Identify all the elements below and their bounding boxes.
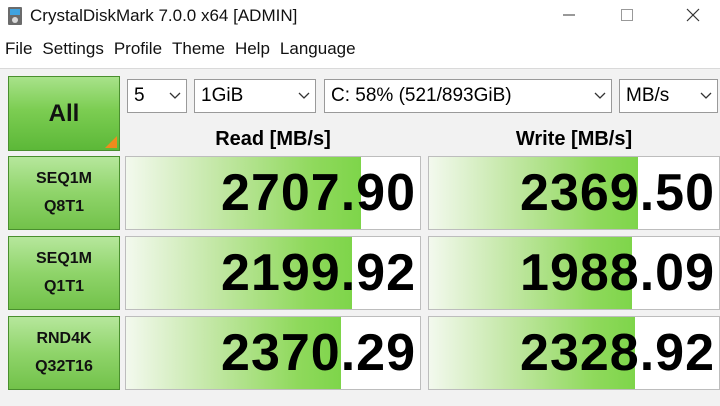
minimize-icon xyxy=(563,14,575,16)
all-button[interactable]: All xyxy=(8,76,120,151)
test-count-select[interactable]: 5 xyxy=(127,79,187,113)
minimize-button[interactable] xyxy=(546,0,592,30)
write-result-cell: 2328.92 xyxy=(428,316,720,390)
row-label-line2: Q1T1 xyxy=(43,278,84,295)
window-title: CrystalDiskMark 7.0.0 x64 [ADMIN] xyxy=(30,6,298,25)
unit-value: MB/s xyxy=(626,85,670,106)
seq1m-q8t1-button[interactable]: SEQ1M Q8T1 xyxy=(8,156,120,230)
write-result-cell: 2369.50 xyxy=(428,156,720,230)
row-label-line1: SEQ1M xyxy=(35,250,92,267)
row-label-line1: SEQ1M xyxy=(35,170,92,187)
read-result-cell: 2199.92 xyxy=(125,236,421,310)
maximize-button[interactable] xyxy=(604,0,650,30)
test-size-select[interactable]: 1GiB xyxy=(194,79,316,113)
read-value: 2707.90 xyxy=(221,164,416,222)
chevron-down-icon xyxy=(293,92,315,100)
title-bar: CrystalDiskMark 7.0.0 x64 [ADMIN] xyxy=(0,0,720,32)
test-size-value: 1GiB xyxy=(201,85,244,106)
drive-select[interactable]: C: 58% (521/893GiB) xyxy=(324,79,612,113)
chevron-down-icon xyxy=(695,92,717,100)
menu-help[interactable]: Help xyxy=(230,37,275,61)
unit-select[interactable]: MB/s xyxy=(619,79,718,113)
chevron-down-icon xyxy=(589,92,611,100)
drive-value: C: 58% (521/893GiB) xyxy=(331,85,512,106)
rnd4k-q32t16-button[interactable]: RND4K Q32T16 xyxy=(8,316,120,390)
read-value: 2370.29 xyxy=(221,324,416,382)
write-value: 2328.92 xyxy=(520,324,715,382)
read-header: Read [MB/s] xyxy=(215,127,331,150)
app-icon[interactable] xyxy=(6,6,24,26)
read-result-cell: 2370.29 xyxy=(125,316,421,390)
test-count-value: 5 xyxy=(134,85,145,106)
row-label-line2: Q8T1 xyxy=(43,198,84,215)
menu-language[interactable]: Language xyxy=(275,37,361,61)
menu-file[interactable]: File xyxy=(0,37,37,61)
row-label-line1: RND4K xyxy=(36,330,92,347)
menu-bar: File Settings Profile Theme Help Languag… xyxy=(0,36,720,62)
write-value: 1988.09 xyxy=(520,244,715,302)
row-label-line2: Q32T16 xyxy=(35,358,93,375)
read-result-cell: 2707.90 xyxy=(125,156,421,230)
close-icon xyxy=(686,8,700,22)
menu-settings[interactable]: Settings xyxy=(37,37,108,61)
write-header: Write [MB/s] xyxy=(515,127,633,150)
menu-profile[interactable]: Profile xyxy=(109,37,167,61)
close-button[interactable] xyxy=(670,0,716,30)
all-button-label: All xyxy=(48,99,80,127)
chevron-down-icon xyxy=(164,92,186,100)
maximize-icon xyxy=(621,9,633,21)
seq1m-q1t1-button[interactable]: SEQ1M Q1T1 xyxy=(8,236,120,310)
write-value: 2369.50 xyxy=(520,164,715,222)
write-result-cell: 1988.09 xyxy=(428,236,720,310)
read-value: 2199.92 xyxy=(221,244,416,302)
corner-marker-icon xyxy=(105,136,117,148)
menu-theme[interactable]: Theme xyxy=(167,37,230,61)
